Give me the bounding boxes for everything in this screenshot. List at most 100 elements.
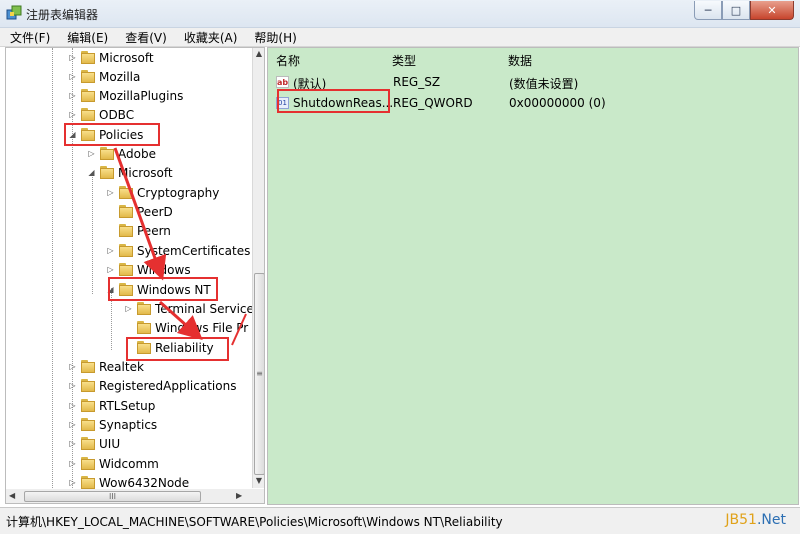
tree-item-label: Peern bbox=[137, 223, 171, 238]
folder-icon bbox=[119, 224, 133, 237]
expand-arrow-icon[interactable]: ▷ bbox=[106, 188, 115, 197]
minimize-button[interactable]: ─ bbox=[694, 1, 722, 20]
tree-item-label: Terminal Service bbox=[155, 301, 254, 316]
tree-item-registeredapplications[interactable]: ▷ RegisteredApplications bbox=[68, 376, 236, 395]
menu-help[interactable]: 帮助(H) bbox=[244, 28, 303, 46]
folder-icon bbox=[81, 476, 95, 489]
tree-item-label: Widcomm bbox=[99, 456, 159, 471]
folder-icon bbox=[81, 108, 95, 121]
column-header-name[interactable]: 名称 bbox=[276, 52, 300, 69]
folder-icon bbox=[119, 186, 133, 199]
status-path: 计算机\HKEY_LOCAL_MACHINE\SOFTWARE\Policies… bbox=[6, 515, 503, 529]
values-list[interactable]: 名称 类型 数据 ab (默认) REG_SZ (数值未设置) 01 Shutd… bbox=[267, 47, 799, 505]
tree-item-widcomm[interactable]: ▷ Widcomm bbox=[68, 454, 159, 473]
menu-file[interactable]: 文件(F) bbox=[0, 28, 57, 46]
collapse-arrow-icon[interactable]: ◢ bbox=[87, 168, 96, 177]
tree-item-label: Adobe bbox=[118, 146, 156, 161]
tree-item-label: UIU bbox=[99, 436, 121, 451]
value-data: (数值未设置) bbox=[509, 77, 579, 91]
expand-arrow-icon[interactable]: ▷ bbox=[106, 265, 115, 274]
expand-arrow-icon[interactable]: ▷ bbox=[68, 91, 77, 100]
value-type: REG_SZ bbox=[393, 75, 441, 89]
expand-arrow-icon[interactable]: ▷ bbox=[124, 304, 133, 313]
tree-item-uiu[interactable]: ▷ UIU bbox=[68, 434, 120, 453]
folder-icon bbox=[119, 263, 133, 276]
folder-icon bbox=[81, 418, 95, 431]
scroll-down-arrow-icon[interactable]: ▼ bbox=[254, 476, 264, 485]
expand-arrow-icon[interactable]: ▷ bbox=[68, 478, 77, 487]
expand-arrow-icon[interactable]: ▷ bbox=[68, 53, 77, 62]
status-bar: 计算机\HKEY_LOCAL_MACHINE\SOFTWARE\Policies… bbox=[0, 507, 800, 534]
tree-item-label: SystemCertificates bbox=[137, 243, 251, 258]
tree-item-rtlsetup[interactable]: ▷ RTLSetup bbox=[68, 396, 155, 415]
folder-icon bbox=[137, 321, 151, 334]
tree-item-label: RTLSetup bbox=[99, 398, 156, 413]
expand-arrow-icon[interactable]: ▷ bbox=[68, 381, 77, 390]
registry-tree[interactable]: ▷ Microsoft ▷ Mozilla ▷ MozillaPlugins ▷ ODB… bbox=[5, 47, 265, 491]
tree-item-label: MozillaPlugins bbox=[99, 88, 184, 103]
tree-vertical-scrollbar[interactable]: ▲ ≡ ▼ bbox=[252, 48, 264, 488]
scroll-left-arrow-icon[interactable]: ◀ bbox=[9, 491, 15, 500]
tree-item-adobe[interactable]: ▷ Adobe bbox=[87, 144, 156, 163]
expand-arrow-icon[interactable]: ▷ bbox=[106, 246, 115, 255]
tree-item-peerd[interactable]: PeerD bbox=[106, 202, 173, 221]
tree-item-label: Realtek bbox=[99, 359, 144, 374]
tree-item-windows-file-protection[interactable]: Windows File Pr bbox=[124, 318, 248, 337]
tree-item-peern[interactable]: Peern bbox=[106, 221, 171, 240]
tree-horizontal-scroll-thumb[interactable]: III bbox=[24, 491, 201, 502]
list-header: 名称 类型 数据 bbox=[268, 48, 798, 70]
column-header-type[interactable]: 类型 bbox=[392, 52, 416, 69]
scroll-up-arrow-icon[interactable]: ▲ bbox=[254, 49, 264, 58]
tree-item-systemcertificates[interactable]: ▷ SystemCertificates bbox=[106, 241, 250, 260]
tree-item-cryptography[interactable]: ▷ Cryptography bbox=[106, 183, 219, 202]
expand-arrow-icon[interactable]: ▷ bbox=[68, 362, 77, 371]
window-title: 注册表编辑器 bbox=[26, 8, 99, 22]
expand-arrow-icon[interactable]: ▷ bbox=[68, 401, 77, 410]
menu-view[interactable]: 查看(V) bbox=[115, 28, 174, 46]
folder-icon bbox=[81, 51, 95, 64]
expand-arrow-icon[interactable]: ▷ bbox=[68, 72, 77, 81]
tree-horizontal-scrollbar[interactable]: ◀ III ▶ bbox=[5, 489, 265, 504]
highlight-box-windows-nt bbox=[108, 277, 218, 301]
tree-vertical-scroll-thumb[interactable]: ≡ bbox=[254, 273, 264, 475]
tree-item-label: Wow6432Node bbox=[99, 475, 190, 490]
tree-item-synaptics[interactable]: ▷ Synaptics bbox=[68, 415, 157, 434]
tree-item-label: ODBC bbox=[99, 107, 135, 122]
folder-icon bbox=[81, 437, 95, 450]
value-data: 0x00000000 (0) bbox=[509, 96, 606, 110]
tree-item-label: Cryptography bbox=[137, 185, 220, 200]
tree-item-label: Synaptics bbox=[99, 417, 158, 432]
tree-item-mozillaplugins[interactable]: ▷ MozillaPlugins bbox=[68, 86, 183, 105]
tree-item-terminal-service[interactable]: ▷ Terminal Service bbox=[124, 299, 254, 318]
expand-arrow-icon[interactable]: ▷ bbox=[68, 420, 77, 429]
tree-item-odbc[interactable]: ▷ ODBC bbox=[68, 105, 134, 124]
folder-icon bbox=[137, 302, 151, 315]
tree-guide-line bbox=[92, 174, 93, 294]
folder-icon bbox=[81, 70, 95, 83]
tree-item-label: Windows File Pr bbox=[155, 320, 249, 335]
expand-arrow-icon[interactable]: ▷ bbox=[68, 459, 77, 468]
menu-edit[interactable]: 编辑(E) bbox=[57, 28, 115, 46]
expand-arrow-icon[interactable]: ▷ bbox=[68, 110, 77, 119]
tree-item-label: PeerD bbox=[137, 204, 173, 219]
menu-bar: 文件(F) 编辑(E) 查看(V) 收藏夹(A) 帮助(H) bbox=[0, 28, 800, 47]
tree-item-label: RegisteredApplications bbox=[99, 378, 237, 393]
close-button[interactable]: ✕ bbox=[750, 1, 794, 20]
maximize-button[interactable]: □ bbox=[722, 1, 750, 20]
value-type: REG_QWORD bbox=[393, 96, 473, 110]
expand-arrow-icon[interactable]: ▷ bbox=[87, 149, 96, 158]
column-header-data[interactable]: 数据 bbox=[508, 52, 532, 69]
folder-icon bbox=[119, 244, 133, 257]
tree-item-mozilla[interactable]: ▷ Mozilla bbox=[68, 67, 140, 86]
regedit-app-icon bbox=[6, 5, 22, 21]
folder-icon bbox=[100, 166, 114, 179]
tree-item-label: Mozilla bbox=[99, 69, 141, 84]
folder-icon bbox=[81, 457, 95, 470]
tree-item-policies-microsoft[interactable]: ◢ Microsoft bbox=[87, 163, 172, 182]
scroll-right-arrow-icon[interactable]: ▶ bbox=[236, 491, 242, 500]
menu-favorites[interactable]: 收藏夹(A) bbox=[174, 28, 245, 46]
expand-arrow-icon[interactable]: ▷ bbox=[68, 439, 77, 448]
folder-icon bbox=[81, 379, 95, 392]
tree-item-microsoft[interactable]: ▷ Microsoft bbox=[68, 48, 153, 67]
tree-guide-line bbox=[52, 48, 53, 488]
